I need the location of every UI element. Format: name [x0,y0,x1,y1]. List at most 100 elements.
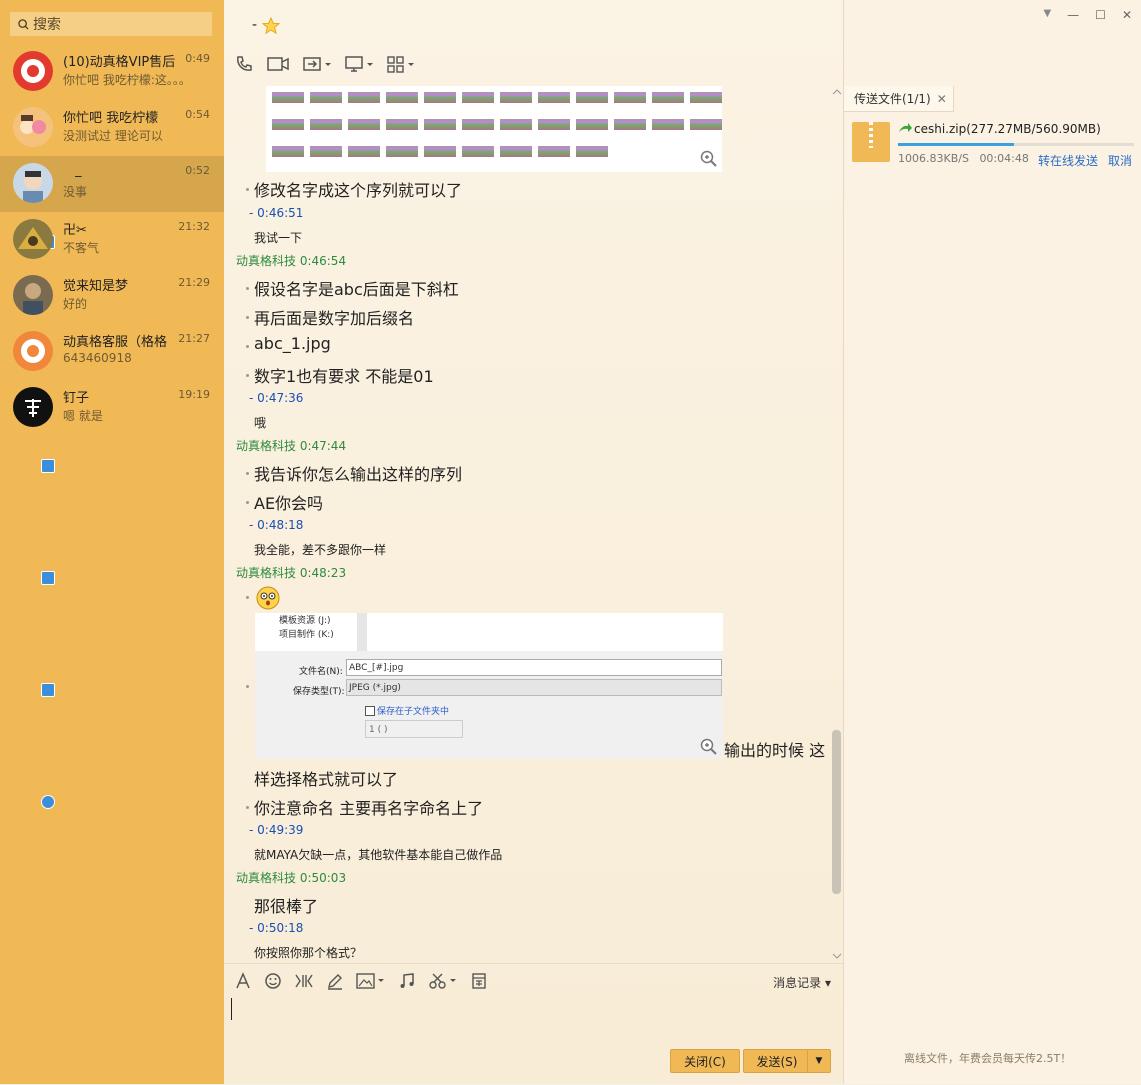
chat-title: - [252,17,258,33]
bullet [246,501,249,504]
contact-message: 没事 [63,185,88,199]
mobile-status-icon [41,571,55,585]
image-thumbnail [348,143,380,165]
red-packet-icon[interactable] [470,972,488,990]
message-text: AE你会吗 [254,494,324,513]
zoom-icon[interactable] [700,150,718,168]
contact-message: 不客气 [63,241,100,255]
zip-file-icon [852,122,890,162]
apps-grid-icon[interactable] [386,54,416,74]
image-thumbnail [576,89,608,111]
image-thumbnail [500,116,532,138]
image-thumbnail [538,89,570,111]
screen-share-icon[interactable] [344,54,374,74]
contact-item[interactable]: 动真格客服（格格 643460918 21:27 [0,324,224,697]
contact-time: 21:27 [178,332,210,345]
contact-item[interactable]: (10)动真格VIP售后 你忙吧 我吃柠檬:这。。。 0:49 [0,44,224,100]
avatar [13,107,53,147]
image-thumbnail [462,89,494,111]
speed: 1006.83KB/S [898,152,969,165]
contact-message: 你忙吧 我吃柠檬:这。。。 [63,73,191,87]
contact-name: _ [75,163,82,178]
file-transfer-panel: ▼ — ☐ ✕ 传送文件(1/1) ✕ ceshi.zip(277.27MB/5… [843,0,1141,1084]
my-message-header: - 0:49:39 [249,823,304,837]
transfer-file-icon[interactable] [302,54,332,74]
contact-sidebar: 搜索 (10)动真格VIP售后 你忙吧 我吃柠檬:这。。。 0:49 你忙吧 我… [0,0,224,1084]
cancel-link[interactable]: 取消 [1108,152,1132,169]
message-text: 再后面是数字加后缀名 [254,309,415,328]
close-button[interactable]: 关闭(C) [670,1049,740,1073]
transfer-speed: 1006.83KB/S 00:04:48 [898,152,1029,165]
image-thumbnail [386,89,418,111]
font-icon[interactable] [234,972,252,990]
contact-item[interactable]: 你忙吧 我吃柠檬 没测试过 理论可以 0:54 [0,100,224,249]
tab-file-transfer[interactable]: 传送文件(1/1) ✕ [844,86,954,112]
message-text: 我告诉你怎么输出这样的序列 [254,465,463,484]
video-call-icon[interactable] [266,54,290,74]
send-online-link[interactable]: 转在线发送 [1038,152,1098,169]
message-text: 假设名字是abc后面是下斜杠 [254,280,459,299]
text-cursor[interactable] [231,998,232,1020]
image-thumbnail [500,89,532,111]
search-placeholder: 搜索 [33,17,61,33]
contact-name: 觉来知是梦 [63,279,129,294]
image-thumbnail [424,89,456,111]
music-icon[interactable] [398,972,416,990]
phone-icon[interactable] [234,54,254,74]
image-icon[interactable] [356,972,386,990]
gif-icon[interactable] [294,972,314,990]
star-icon[interactable] [262,17,280,35]
image-thumbnail [614,116,646,138]
scroll-down-icon[interactable] [832,952,842,960]
contact-name: 卍✂ [63,223,87,238]
image-thumbnail [690,89,722,111]
other-message-header: 动真格科技 0:48:23 [236,566,347,580]
contact-time: 19:19 [178,388,210,401]
contact-item-active[interactable]: _ 没事 0:52 [0,156,224,212]
image-thumbnail [614,89,646,111]
image-message[interactable]: 模板资源 (J:) 项目制作 (K:) 文件名(N): ABC_[#].jpg … [255,613,723,759]
maximize-icon[interactable]: ☐ [1095,8,1106,22]
contact-name: (10)动真格VIP售后 [63,55,176,70]
scroll-up-icon[interactable] [832,88,842,96]
image-thumbnail [462,116,494,138]
image-thumbnail [272,89,304,111]
contact-item[interactable]: 钉子 嗯 就是 19:19 [0,380,224,809]
image-message[interactable] [266,86,722,172]
draw-icon[interactable] [326,972,344,990]
contact-item[interactable]: 觉来知是梦 好的 21:29 [0,268,224,585]
dropdown-icon[interactable]: ▼ [1043,8,1051,22]
contact-name: 钉子 [63,391,90,406]
image-thumbnail [348,89,380,111]
dialog-field: 1 ( ) [365,720,463,738]
contact-name: 动真格客服（格格 [63,335,168,350]
filename-field: ABC_[#].jpg [346,659,722,676]
zoom-icon[interactable] [700,738,718,756]
image-thumbnail [538,143,570,165]
screenshot-icon[interactable] [428,972,458,990]
message-history-link[interactable]: 消息记录 ▾ [773,974,831,991]
send-button[interactable]: 发送(S) ▼ [743,1049,831,1073]
image-thumbnail [310,89,342,111]
close-icon[interactable]: ✕ [1122,8,1132,22]
image-thumbnail [272,116,304,138]
image-thumbnail [652,116,684,138]
message-text: 那很棒了 [254,897,319,916]
image-thumbnail [386,116,418,138]
contact-item[interactable]: 卍✂ 不客气 21:32 [0,212,224,473]
send-options-icon[interactable]: ▼ [807,1050,830,1072]
avatar [13,219,53,259]
bullet [246,316,249,319]
minimize-icon[interactable]: — [1067,8,1079,22]
emoji-icon[interactable] [264,972,282,990]
tab-close-icon[interactable]: ✕ [937,92,947,106]
search-box[interactable]: 搜索 [10,12,212,36]
chat-toolbar [234,54,416,74]
bullet [246,188,249,191]
scrollbar-thumb[interactable] [832,730,841,894]
image-thumbnail [272,143,304,165]
input-toolbar [234,972,488,990]
filetype-label: 保存类型(T): [293,687,345,697]
message-text: 就MAYA欠缺一点，其他软件基本能自己做作品 [254,848,503,862]
checkbox [365,706,375,716]
